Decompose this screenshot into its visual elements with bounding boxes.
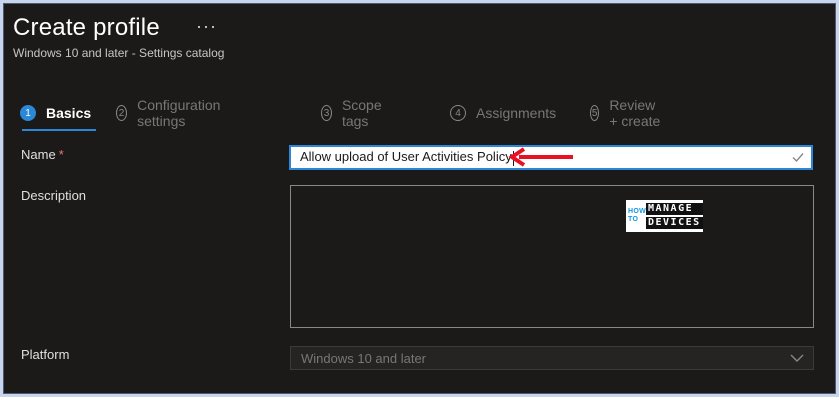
how-to-manage-devices-logo: HOW TO MANAGE DEVICES [626, 200, 703, 232]
step-number: 5 [590, 105, 600, 121]
tab-assignments[interactable]: 4 Assignments [450, 101, 556, 125]
annotation-arrow-icon [508, 147, 573, 167]
tab-configuration-settings[interactable]: 2 Configuration settings [116, 97, 225, 129]
step-label: Assignments [476, 105, 557, 121]
step-label: Configuration settings [137, 97, 221, 129]
step-number: 2 [116, 105, 128, 121]
step-number: 4 [450, 105, 466, 121]
chevron-down-icon [790, 354, 804, 362]
required-marker: * [58, 147, 64, 162]
logo-to-text: TO [628, 216, 639, 223]
tab-basics[interactable]: 1 Basics [20, 101, 91, 125]
description-label: Description [21, 188, 87, 203]
step-label: Review + create [609, 97, 661, 129]
platform-value: Windows 10 and later [301, 350, 427, 366]
step-label: Basics [46, 105, 92, 121]
tab-scope-tags[interactable]: 3 Scope tags [321, 97, 387, 129]
logo-devices-text: DEVICES [646, 217, 703, 229]
platform-dropdown[interactable]: Windows 10 and later [290, 346, 814, 370]
more-options-icon[interactable]: ··· [196, 16, 217, 37]
checkmark-icon [792, 153, 804, 163]
logo-manage-text: MANAGE [646, 203, 703, 215]
step-number: 3 [321, 105, 332, 121]
platform-label: Platform [21, 347, 70, 362]
description-field[interactable]: HOW TO MANAGE DEVICES [290, 185, 814, 328]
page-subtitle: Windows 10 and later - Settings catalog [13, 46, 225, 60]
step-label: Scope tags [341, 97, 382, 129]
create-profile-panel: Create profile ··· Windows 10 and later … [3, 3, 836, 394]
tab-review-create[interactable]: 5 Review + create [590, 97, 662, 129]
name-input-value[interactable]: Allow upload of User Activities Policy [291, 149, 514, 166]
page-title: Create profile [13, 14, 160, 41]
step-number: 1 [20, 105, 36, 121]
name-label: Name * [21, 147, 64, 162]
active-tab-indicator [22, 129, 96, 131]
logo-how-text: HOW [628, 208, 647, 215]
